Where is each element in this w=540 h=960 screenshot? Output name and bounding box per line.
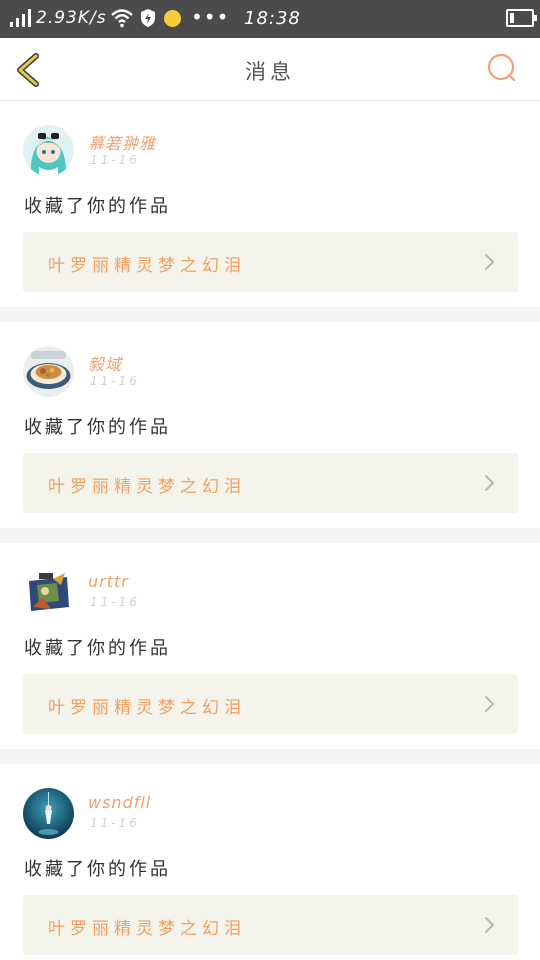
battery-icon — [506, 9, 537, 27]
username[interactable]: 慕箬翀雅 — [88, 130, 156, 154]
notification-card: urttr 11-16 收藏了你的作品 叶罗丽精灵梦之幻泪 — [0, 543, 540, 749]
chevron-right-icon — [485, 254, 495, 270]
timestamp: 11-16 — [90, 153, 140, 167]
username[interactable]: 毅域 — [88, 351, 122, 375]
battery-level — [510, 13, 514, 23]
work-title: 叶罗丽精灵梦之幻泪 — [48, 919, 246, 939]
notification-card: wsndfll 11-16 收藏了你的作品 叶罗丽精灵梦之幻泪 — [0, 764, 540, 960]
clock: 18:38 — [244, 8, 301, 29]
action-text: 收藏了你的作品 — [24, 196, 171, 217]
timestamp: 11-16 — [90, 595, 140, 609]
notification-dot-icon — [164, 10, 181, 27]
work-title: 叶罗丽精灵梦之幻泪 — [48, 477, 246, 497]
action-text: 收藏了你的作品 — [24, 417, 171, 438]
status-bar: 2.93K/s ••• 18:38 — [0, 0, 540, 38]
avatar[interactable] — [23, 567, 74, 618]
underwater-avatar-icon — [23, 788, 74, 839]
work-link[interactable]: 叶罗丽精灵梦之幻泪 — [23, 674, 518, 734]
avatar[interactable] — [23, 125, 74, 176]
avatar[interactable] — [23, 346, 74, 397]
timestamp: 11-16 — [90, 374, 140, 388]
work-link[interactable]: 叶罗丽精灵梦之幻泪 — [23, 895, 518, 955]
search-icon — [487, 53, 516, 82]
action-text: 收藏了你的作品 — [24, 859, 171, 880]
action-text: 收藏了你的作品 — [24, 638, 171, 659]
food-plate-avatar-icon — [23, 346, 74, 397]
wifi-icon — [111, 9, 133, 28]
chevron-right-icon — [485, 917, 495, 933]
work-title: 叶罗丽精灵梦之幻泪 — [48, 256, 246, 276]
timestamp: 11-16 — [90, 816, 140, 830]
signal-icon — [10, 9, 31, 27]
work-title: 叶罗丽精灵梦之幻泪 — [48, 698, 246, 718]
network-speed: 2.93K/s — [36, 8, 107, 28]
notification-list: 慕箬翀雅 11-16 收藏了你的作品 叶罗丽精灵梦之幻泪 毅域 11-16 收藏… — [0, 101, 540, 960]
character-avatar-icon — [23, 567, 74, 618]
work-link[interactable]: 叶罗丽精灵梦之幻泪 — [23, 453, 518, 513]
app-header: 消息 — [0, 38, 540, 101]
chevron-right-icon — [485, 696, 495, 712]
page-title: 消息 — [245, 60, 295, 84]
notification-card: 毅域 11-16 收藏了你的作品 叶罗丽精灵梦之幻泪 — [0, 322, 540, 528]
shield-icon — [141, 9, 155, 27]
avatar[interactable] — [23, 788, 74, 839]
more-notifications-icon: ••• — [191, 5, 230, 29]
chevron-right-icon — [485, 475, 495, 491]
messages-screen: 2.93K/s ••• 18:38 消息 慕箬翀雅 11-16 收藏了你的作品 … — [0, 0, 540, 960]
search-button[interactable] — [486, 52, 518, 84]
username[interactable]: urttr — [88, 572, 129, 591]
username[interactable]: wsndfll — [88, 793, 151, 812]
notification-card: 慕箬翀雅 11-16 收藏了你的作品 叶罗丽精灵梦之幻泪 — [0, 101, 540, 307]
anime-girl-avatar-icon — [23, 125, 74, 176]
work-link[interactable]: 叶罗丽精灵梦之幻泪 — [23, 232, 518, 292]
